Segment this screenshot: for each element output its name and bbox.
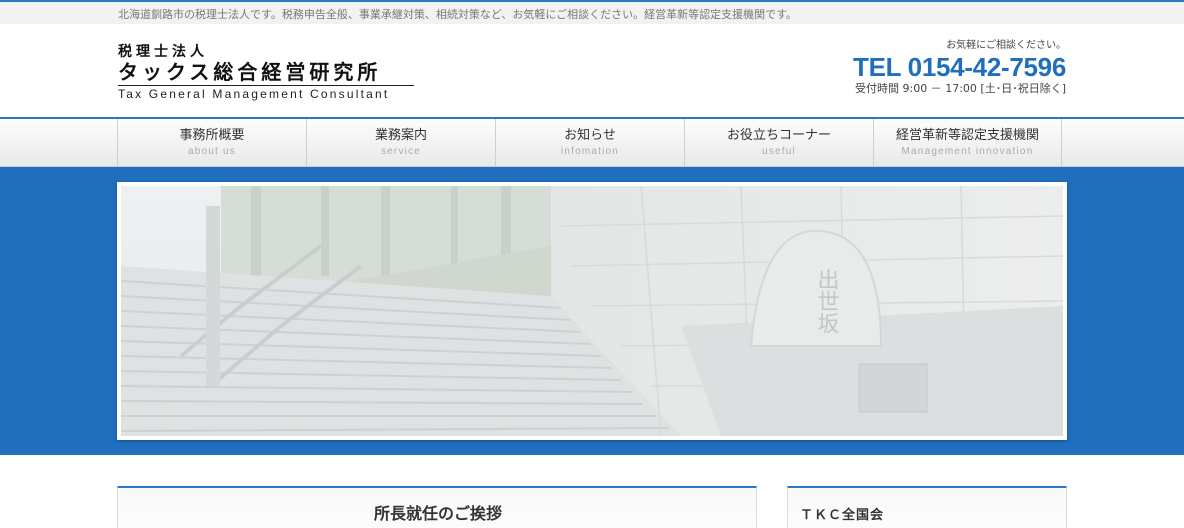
- nav-item-label: 経営革新等認定支援機関: [895, 128, 1039, 143]
- nav-item-sublabel: useful: [762, 146, 796, 157]
- site-logo[interactable]: 税理士法人 タックス総合経営研究所 Tax General Management…: [118, 44, 414, 101]
- top-tagline-bar: 北海道釧路市の税理士法人です。税務申告全般、事業承継対策、相続対策など、お気軽に…: [0, 0, 1184, 24]
- nav-item-sublabel: about us: [188, 146, 236, 157]
- sidebar-box: ＴＫＣ全国会: [787, 486, 1067, 528]
- nav-item-useful[interactable]: お役立ちコーナー useful: [684, 119, 873, 167]
- main-content-box: 所長就任のご挨拶: [117, 486, 757, 528]
- greeting-title: 所長就任のご挨拶: [373, 504, 502, 523]
- logo-english-name: Tax General Management Consultant: [118, 87, 390, 101]
- logo-divider: [118, 85, 414, 86]
- nav-item-about[interactable]: 事務所概要 about us: [117, 119, 306, 167]
- tagline-text: 北海道釧路市の税理士法人です。税務申告全般、事業承継対策、相続対策など、お気軽に…: [118, 8, 798, 21]
- nav-item-sublabel: service: [380, 146, 422, 157]
- phone-number[interactable]: TEL 0154-42-7596: [853, 52, 1066, 82]
- nav-item-information[interactable]: お知らせ infomation: [495, 119, 684, 167]
- nav-item-label: 事務所概要: [179, 128, 245, 143]
- sidebar-title: ＴＫＣ全国会: [800, 508, 885, 523]
- logo-corp-type: 税理士法人: [118, 44, 208, 60]
- header-contact: お気軽にご相談ください。 TEL 0154-42-7596 受付時間 9:00 …: [853, 39, 1066, 96]
- nav-item-label: お知らせ: [564, 128, 616, 143]
- hero-stairs-image: 出世坂: [121, 186, 1063, 436]
- nav-item-service[interactable]: 業務案内 service: [306, 119, 495, 167]
- nav-item-sublabel: Management innovation: [901, 146, 1034, 157]
- nav-item-label: 業務案内: [374, 128, 427, 143]
- nav-item-label: お役立ちコーナー: [726, 128, 831, 143]
- stone-inscription: 出世坂: [814, 268, 840, 334]
- hero-image-frame: 出世坂: [117, 182, 1067, 440]
- business-hours: 受付時間 9:00 － 17:00 [土･日･祝日除く]: [855, 82, 1066, 95]
- hero-band: 出世坂: [0, 167, 1184, 455]
- logo-company-name: タックス総合経営研究所: [118, 60, 382, 84]
- nav-item-sublabel: infomation: [560, 146, 620, 157]
- global-nav: 事務所概要 about us 業務案内 service お知らせ infomat…: [0, 117, 1184, 167]
- contact-note: お気軽にご相談ください。: [946, 40, 1066, 51]
- nav-item-management-innovation[interactable]: 経営革新等認定支援機関 Management innovation: [873, 119, 1062, 167]
